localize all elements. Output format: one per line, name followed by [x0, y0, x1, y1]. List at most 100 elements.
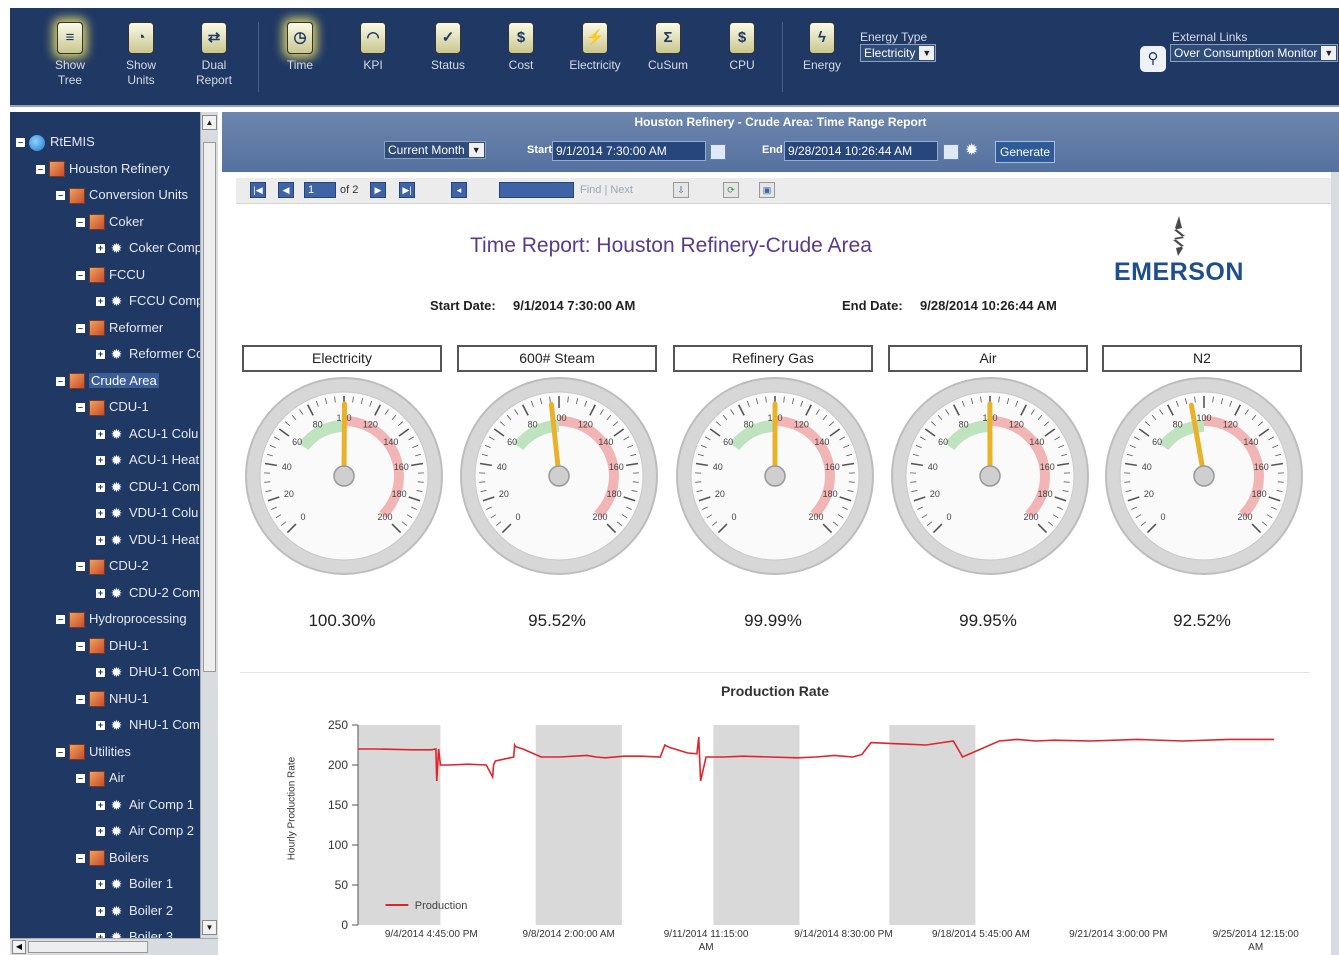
tree-item[interactable]: – Reformer [76, 318, 163, 338]
tree-item[interactable]: – Utilities [56, 742, 131, 762]
electricity-button[interactable]: ⚡ Electricity [565, 22, 625, 102]
generate-button[interactable]: Generate [995, 141, 1056, 163]
cpu-button[interactable]: $ CPU [712, 22, 772, 102]
back-icon[interactable]: ◂ [451, 182, 467, 198]
expand-icon[interactable]: + [96, 350, 105, 360]
start-date-input[interactable]: 9/1/2014 7:30:00 AM [552, 141, 706, 161]
tree-item[interactable]: – CDU-2 [76, 556, 149, 576]
tree-item[interactable]: – NHU-1 [76, 689, 149, 709]
expand-icon[interactable]: + [96, 244, 105, 254]
calendar-icon[interactable] [943, 144, 959, 160]
tree-item[interactable]: + ✹ CDU-2 Com [96, 583, 200, 603]
time-button[interactable]: ◷ Time [270, 22, 330, 102]
find-input[interactable] [499, 182, 574, 198]
collapse-icon[interactable]: – [16, 138, 25, 148]
expand-icon[interactable]: + [96, 297, 105, 307]
tree-item[interactable]: + ✹ ACU-1 Heat [96, 450, 199, 470]
print-icon[interactable]: ▣ [759, 182, 775, 198]
dual-report-button[interactable]: ⇄ Dual Report [184, 22, 244, 102]
external-links-select[interactable]: Over Consumption Monitor ▼ [1170, 44, 1339, 62]
collapse-icon[interactable]: – [36, 164, 45, 174]
energy-type-select[interactable]: Electricity ▼ [860, 44, 937, 62]
scroll-up-icon[interactable]: ▲ [202, 115, 217, 130]
toolbar-divider [782, 22, 783, 92]
collapse-icon[interactable]: – [56, 615, 65, 625]
status-button[interactable]: ✓ Status [418, 22, 478, 102]
expand-icon[interactable]: + [96, 906, 105, 916]
tree-item[interactable]: – Crude Area [56, 371, 159, 391]
tree-item[interactable]: + ✹ ACU-1 Colu [96, 424, 198, 444]
tree-item[interactable]: – DHU-1 [76, 636, 149, 656]
tree-item[interactable]: – CDU-1 [76, 397, 149, 417]
tree-item[interactable]: + ✹ CDU-1 Com [96, 477, 200, 497]
expand-icon[interactable]: + [96, 482, 105, 492]
expand-icon[interactable]: + [96, 827, 105, 837]
last-page-icon[interactable]: ▶| [399, 182, 415, 198]
first-page-icon[interactable]: |◀ [250, 182, 266, 198]
collapse-icon[interactable]: – [76, 270, 85, 280]
expand-icon[interactable]: + [96, 509, 105, 519]
report-scrollbar[interactable] [1331, 172, 1339, 955]
energy-button[interactable]: ϟ Energy [792, 22, 852, 102]
expand-icon[interactable]: + [96, 535, 105, 545]
tree-vertical-scrollbar[interactable]: ▲ ▼ [200, 112, 218, 938]
collapse-icon[interactable]: – [76, 323, 85, 333]
calendar-icon[interactable] [710, 144, 726, 160]
tree-item[interactable]: + ✹ VDU-1 Colu [96, 503, 198, 523]
tree-item[interactable]: – Houston Refinery [36, 159, 169, 179]
expand-icon[interactable]: + [96, 800, 105, 810]
tree-item[interactable]: + ✹ Coker Comp [96, 238, 202, 258]
expand-icon[interactable]: + [96, 668, 105, 678]
scroll-left-icon[interactable]: ◀ [12, 940, 26, 954]
tree-item[interactable]: + ✹ VDU-1 Heat [96, 530, 199, 550]
collapse-icon[interactable]: – [76, 641, 85, 651]
tree-item[interactable]: + ✹ Reformer Co [96, 344, 203, 364]
collapse-icon[interactable]: – [76, 217, 85, 227]
tree-item[interactable]: – Coker [76, 212, 144, 232]
collapse-icon[interactable]: – [56, 747, 65, 757]
settings-gear-icon[interactable]: ✹ [965, 142, 983, 160]
expand-icon[interactable]: + [96, 880, 105, 890]
tree-item[interactable]: + ✹ Air Comp 2 [96, 821, 194, 841]
collapse-icon[interactable]: – [76, 694, 85, 704]
show-units-button[interactable]: ◔ Show Units [111, 22, 171, 102]
expand-icon[interactable]: + [96, 456, 105, 466]
tree-item[interactable]: – Hydroprocessing [56, 609, 187, 629]
tree-item[interactable]: + ✹ Boiler 1 [96, 874, 173, 894]
scrollbar-thumb[interactable] [28, 941, 148, 953]
tree-item[interactable]: + ✹ FCCU Comp [96, 291, 203, 311]
scrollbar-thumb[interactable] [203, 142, 216, 672]
previous-page-icon[interactable]: ◀ [278, 182, 294, 198]
tree-item[interactable]: – Boilers [76, 848, 149, 868]
collapse-icon[interactable]: – [76, 774, 85, 784]
tree-item[interactable]: – FCCU [76, 265, 145, 285]
tree-item[interactable]: + ✹ NHU-1 Com [96, 715, 200, 735]
expand-icon[interactable]: + [96, 588, 105, 598]
refresh-icon[interactable]: ⟳ [723, 182, 739, 198]
tree-item[interactable]: + ✹ DHU-1 Com [96, 662, 200, 682]
collapse-icon[interactable]: – [56, 191, 65, 201]
tree-horizontal-scrollbar[interactable]: ◀ [10, 938, 218, 955]
tree-item[interactable]: – Conversion Units [56, 185, 188, 205]
find-next-link[interactable]: Find | Next [580, 184, 633, 196]
show-tree-button[interactable]: ≡ Show Tree [40, 22, 100, 102]
tree-item[interactable]: + ✹ Boiler 2 [96, 901, 173, 921]
end-date-input[interactable]: 9/28/2014 10:26:44 AM [784, 141, 938, 161]
cusum-button[interactable]: Σ CuSum [638, 22, 698, 102]
collapse-icon[interactable]: – [76, 853, 85, 863]
expand-icon[interactable]: + [96, 429, 105, 439]
range-select[interactable]: Current Month ▼ [384, 141, 486, 159]
cost-button[interactable]: $ Cost [491, 22, 551, 102]
next-page-icon[interactable]: ▶ [370, 182, 386, 198]
export-icon[interactable]: ⇩ [673, 182, 689, 198]
tree-item[interactable]: + ✹ Air Comp 1 [96, 795, 194, 815]
kpi-button[interactable]: ◠ KPI [343, 22, 403, 102]
scroll-down-icon[interactable]: ▼ [202, 920, 217, 935]
tree-item[interactable]: – RtEMIS [16, 132, 95, 152]
expand-icon[interactable]: + [96, 721, 105, 731]
collapse-icon[interactable]: – [76, 403, 85, 413]
page-number-input[interactable]: 1 [304, 182, 336, 198]
collapse-icon[interactable]: – [56, 376, 65, 386]
collapse-icon[interactable]: – [76, 562, 85, 572]
tree-item[interactable]: – Air [76, 768, 125, 788]
